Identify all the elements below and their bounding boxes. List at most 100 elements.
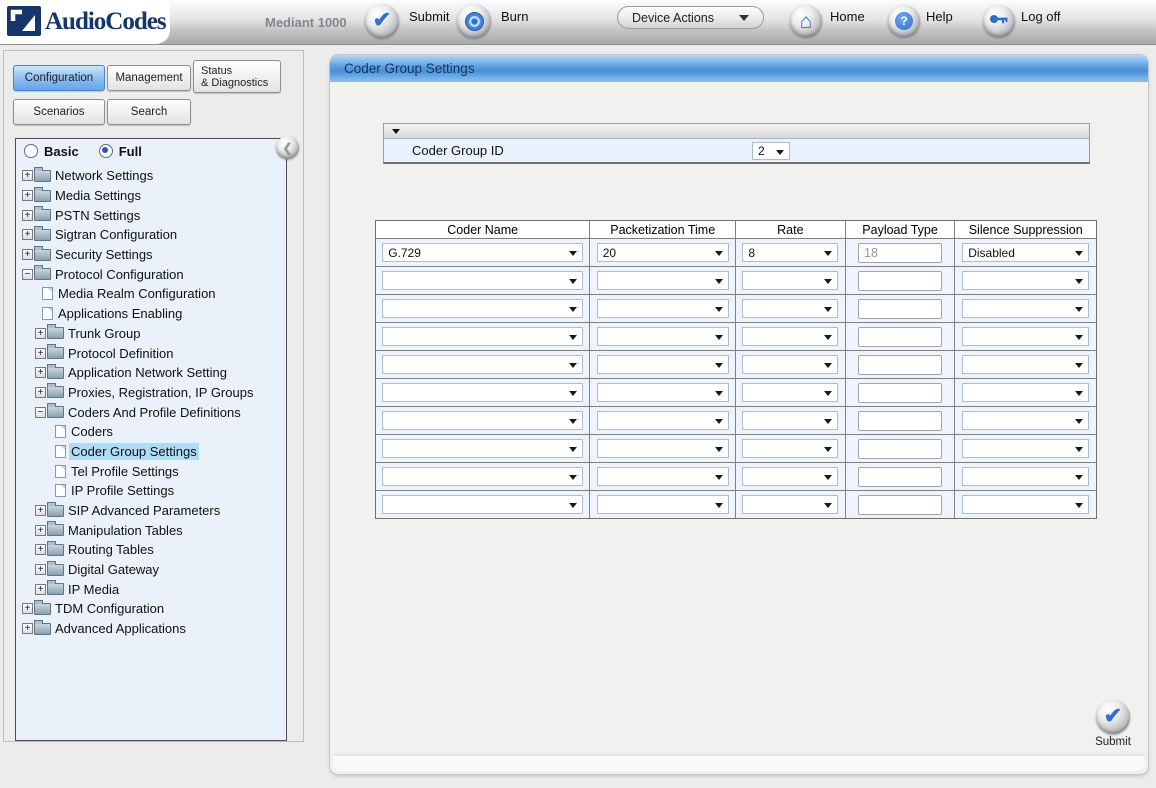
expand-toggle-icon[interactable]: + bbox=[22, 623, 33, 634]
expand-toggle-icon[interactable]: + bbox=[22, 210, 33, 221]
coder-name-select[interactable] bbox=[382, 383, 583, 402]
silence-suppression-select[interactable] bbox=[962, 467, 1089, 486]
packetization-time-select[interactable] bbox=[597, 271, 729, 290]
expand-toggle-icon[interactable]: + bbox=[22, 190, 33, 201]
submit-button[interactable]: ✔ Submit bbox=[1090, 700, 1136, 748]
expand-toggle-icon[interactable]: + bbox=[35, 348, 46, 359]
tree-item-coders[interactable]: Coders bbox=[16, 422, 286, 442]
expand-toggle-icon[interactable]: + bbox=[22, 603, 33, 614]
packetization-time-select[interactable] bbox=[597, 299, 729, 318]
tree-item-ip-profile-settings[interactable]: IP Profile Settings bbox=[16, 481, 286, 501]
coder-name-select[interactable]: G.729 bbox=[382, 243, 583, 262]
coder-name-select[interactable] bbox=[382, 411, 583, 430]
coder-name-select[interactable] bbox=[382, 271, 583, 290]
silence-suppression-select[interactable] bbox=[962, 411, 1089, 430]
submit-toolbar-button[interactable]: ✔ bbox=[365, 4, 399, 38]
payload-type-input[interactable] bbox=[858, 467, 942, 487]
coder-name-select[interactable] bbox=[382, 495, 583, 514]
tree-item-media-realm-configuration[interactable]: Media Realm Configuration bbox=[16, 284, 286, 304]
silence-suppression-select[interactable] bbox=[962, 355, 1089, 374]
rate-select[interactable] bbox=[742, 271, 838, 290]
coder-name-select[interactable] bbox=[382, 355, 583, 374]
help-label[interactable]: Help bbox=[926, 9, 953, 24]
logoff-label[interactable]: Log off bbox=[1021, 9, 1061, 24]
payload-type-input[interactable] bbox=[858, 411, 942, 431]
tab-search[interactable]: Search bbox=[107, 99, 191, 125]
basic-radio-label[interactable]: Basic bbox=[44, 144, 79, 159]
tree-item-applications-enabling[interactable]: Applications Enabling bbox=[16, 304, 286, 324]
silence-suppression-select[interactable] bbox=[962, 495, 1089, 514]
burn-label[interactable]: Burn bbox=[501, 9, 528, 24]
packetization-time-select[interactable] bbox=[597, 327, 729, 346]
full-radio-label[interactable]: Full bbox=[119, 144, 142, 159]
home-button[interactable]: ⌂ bbox=[790, 5, 822, 37]
expand-toggle-icon[interactable]: + bbox=[35, 564, 46, 575]
packetization-time-select[interactable] bbox=[597, 355, 729, 374]
packetization-time-select[interactable] bbox=[597, 439, 729, 458]
tree-item-trunk-group[interactable]: +Trunk Group bbox=[16, 324, 286, 344]
expand-toggle-icon[interactable]: + bbox=[35, 525, 46, 536]
tab-configuration[interactable]: Configuration bbox=[13, 65, 105, 91]
tab-scenarios[interactable]: Scenarios bbox=[13, 99, 105, 125]
silence-suppression-select[interactable] bbox=[962, 327, 1089, 346]
silence-suppression-select[interactable] bbox=[962, 271, 1089, 290]
logoff-button[interactable] bbox=[983, 5, 1015, 37]
tree-item-proxies-registration-ip-groups[interactable]: +Proxies, Registration, IP Groups bbox=[16, 383, 286, 403]
tree-item-manipulation-tables[interactable]: +Manipulation Tables bbox=[16, 520, 286, 540]
device-actions-dropdown[interactable]: Device Actions bbox=[617, 6, 764, 29]
tree-item-tel-profile-settings[interactable]: Tel Profile Settings bbox=[16, 461, 286, 481]
rate-select[interactable] bbox=[742, 439, 838, 458]
silence-suppression-select[interactable]: Disabled bbox=[962, 243, 1089, 262]
payload-type-input[interactable] bbox=[858, 299, 942, 319]
expand-toggle-icon[interactable]: + bbox=[22, 249, 33, 260]
payload-type-input[interactable] bbox=[858, 355, 942, 375]
burn-button[interactable] bbox=[457, 4, 491, 38]
full-radio[interactable] bbox=[99, 144, 113, 158]
tree-item-tdm-configuration[interactable]: +TDM Configuration bbox=[16, 599, 286, 619]
packetization-time-select[interactable] bbox=[597, 495, 729, 514]
packetization-time-select[interactable] bbox=[597, 467, 729, 486]
payload-type-input[interactable] bbox=[858, 271, 942, 291]
payload-type-input[interactable] bbox=[858, 327, 942, 347]
coder-name-select[interactable] bbox=[382, 299, 583, 318]
rate-select[interactable] bbox=[742, 327, 838, 346]
tree-item-protocol-definition[interactable]: +Protocol Definition bbox=[16, 343, 286, 363]
tree-item-media-settings[interactable]: +Media Settings bbox=[16, 186, 286, 206]
rate-select[interactable] bbox=[742, 299, 838, 318]
tree-item-sip-advanced-parameters[interactable]: +SIP Advanced Parameters bbox=[16, 501, 286, 521]
expand-toggle-icon[interactable]: + bbox=[22, 170, 33, 181]
silence-suppression-select[interactable] bbox=[962, 299, 1089, 318]
expand-toggle-icon[interactable]: + bbox=[35, 328, 46, 339]
silence-suppression-select[interactable] bbox=[962, 383, 1089, 402]
expand-toggle-icon[interactable]: + bbox=[35, 367, 46, 378]
rate-select[interactable] bbox=[742, 467, 838, 486]
expand-toggle-icon[interactable]: + bbox=[35, 387, 46, 398]
tree-item-pstn-settings[interactable]: +PSTN Settings bbox=[16, 205, 286, 225]
tree-item-advanced-applications[interactable]: +Advanced Applications bbox=[16, 619, 286, 639]
expand-toggle-icon[interactable]: + bbox=[35, 505, 46, 516]
tree-item-digital-gateway[interactable]: +Digital Gateway bbox=[16, 560, 286, 580]
rate-select[interactable] bbox=[742, 411, 838, 430]
tree-item-ip-media[interactable]: +IP Media bbox=[16, 579, 286, 599]
tree-item-coder-group-settings[interactable]: Coder Group Settings bbox=[16, 442, 286, 462]
collapse-sidebar-button[interactable]: ❮ bbox=[276, 136, 299, 159]
tree-item-security-settings[interactable]: +Security Settings bbox=[16, 245, 286, 265]
payload-type-input[interactable] bbox=[858, 439, 942, 459]
packetization-time-select[interactable]: 20 bbox=[597, 243, 729, 262]
payload-type-input[interactable] bbox=[858, 495, 942, 515]
tree-item-protocol-configuration[interactable]: −Protocol Configuration bbox=[16, 264, 286, 284]
rate-select[interactable] bbox=[742, 355, 838, 374]
silence-suppression-select[interactable] bbox=[962, 439, 1089, 458]
coder-name-select[interactable] bbox=[382, 467, 583, 486]
tab-status-diagnostics[interactable]: Status & Diagnostics bbox=[193, 60, 281, 93]
payload-type-input[interactable] bbox=[858, 243, 942, 263]
packetization-time-select[interactable] bbox=[597, 411, 729, 430]
submit-toolbar-label[interactable]: Submit bbox=[409, 9, 449, 24]
tree-item-network-settings[interactable]: +Network Settings bbox=[16, 166, 286, 186]
coder-name-select[interactable] bbox=[382, 327, 583, 346]
collapse-toggle-icon[interactable]: − bbox=[22, 269, 33, 280]
tree-item-application-network-setting[interactable]: +Application Network Setting bbox=[16, 363, 286, 383]
tree-item-coders-and-profile-definitions[interactable]: −Coders And Profile Definitions bbox=[16, 402, 286, 422]
coder-group-id-select[interactable]: 2 bbox=[752, 142, 790, 160]
payload-type-input[interactable] bbox=[858, 383, 942, 403]
